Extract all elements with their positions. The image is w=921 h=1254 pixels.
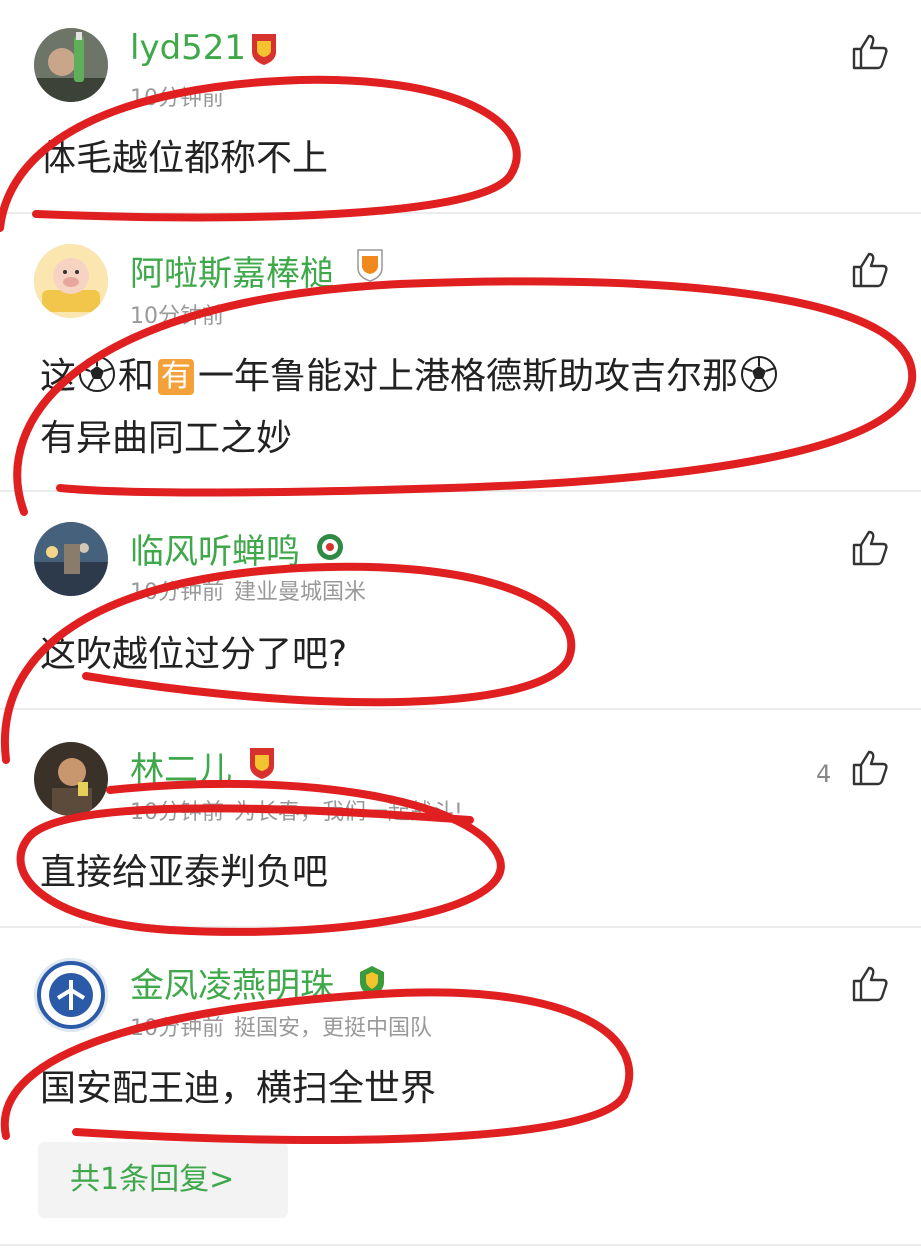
view-replies-button[interactable]: 共1条回复>: [38, 1142, 288, 1218]
divider: [0, 1244, 921, 1246]
user-signature: 挺国安，更挺中国队: [234, 1016, 433, 1041]
comment-time: 10分钟前: [130, 580, 224, 605]
avatar[interactable]: [34, 244, 108, 318]
comment-item: 林二儿 10分钟前 为长春，我们一起战斗! 直接给亚泰判负吧 4: [0, 710, 921, 926]
comment-meta: 10分钟前 为长春，我们一起战斗!: [130, 794, 463, 826]
comment-meta: 10分钟前: [130, 298, 224, 330]
comment-time: 10分钟前: [130, 800, 224, 825]
user-signature: 建业曼城国米: [234, 580, 367, 605]
avatar[interactable]: [34, 742, 108, 816]
text-segment: 和: [118, 356, 155, 397]
like-count: 4: [816, 760, 832, 788]
comment-text: 体毛越位都称不上: [40, 138, 329, 179]
comment-time: 10分钟前: [130, 304, 224, 329]
comment-meta: 10分钟前 建业曼城国米: [130, 574, 366, 606]
club-badge-icon: [356, 248, 384, 282]
comment-text: 这和有一年鲁能对上港格德斯助攻吉尔那 有异曲同工之妙: [40, 346, 890, 470]
club-badge-icon: [358, 964, 386, 998]
comment-item: lyd521 10分钟前 体毛越位都称不上: [0, 0, 921, 212]
thumbs-up-icon[interactable]: [850, 528, 890, 568]
comment-meta: 10分钟前 挺国安，更挺中国队: [130, 1010, 432, 1042]
username[interactable]: 金凤凌燕明珠: [130, 958, 334, 1007]
comment-meta: 10分钟前: [130, 80, 224, 112]
club-badge-icon: [248, 746, 276, 780]
comment-text: 这吹越位过分了吧?: [40, 634, 348, 675]
emoji-box: 有: [158, 359, 195, 395]
avatar[interactable]: [34, 522, 108, 596]
thumbs-up-icon[interactable]: [850, 32, 890, 72]
soccer-ball-icon: [77, 354, 117, 394]
text-segment: 一年鲁能对上港格德斯助攻吉尔那: [198, 356, 739, 397]
thumbs-up-icon[interactable]: [850, 748, 890, 788]
comment-text: 国安配王迪，横扫全世界: [40, 1068, 437, 1109]
soccer-ball-icon: [739, 354, 779, 394]
comment-text: 直接给亚泰判负吧: [40, 852, 329, 893]
thumbs-up-icon[interactable]: [850, 964, 890, 1004]
text-segment: 这: [40, 356, 77, 397]
club-badge-icon: [316, 530, 344, 564]
text-segment: 有异曲同工之妙: [40, 418, 293, 459]
username[interactable]: 临风听蝉鸣: [130, 524, 300, 573]
comment-time: 10分钟前: [130, 1016, 224, 1041]
club-badge-icon: [250, 32, 278, 66]
comment-item: 临风听蝉鸣 10分钟前 建业曼城国米 这吹越位过分了吧?: [0, 492, 921, 708]
username[interactable]: 林二儿: [130, 742, 232, 791]
username[interactable]: lyd521: [130, 28, 246, 68]
username[interactable]: 阿啦斯嘉棒槌: [130, 246, 334, 295]
avatar[interactable]: [34, 958, 108, 1032]
thumbs-up-icon[interactable]: [850, 250, 890, 290]
user-signature: 为长春，我们一起战斗!: [234, 800, 463, 825]
avatar[interactable]: [34, 28, 108, 102]
comment-time: 10分钟前: [130, 86, 224, 111]
comment-item: 阿啦斯嘉棒槌 10分钟前 这和有一年鲁能对上港格德斯助攻吉尔那 有异曲同工之妙: [0, 214, 921, 490]
